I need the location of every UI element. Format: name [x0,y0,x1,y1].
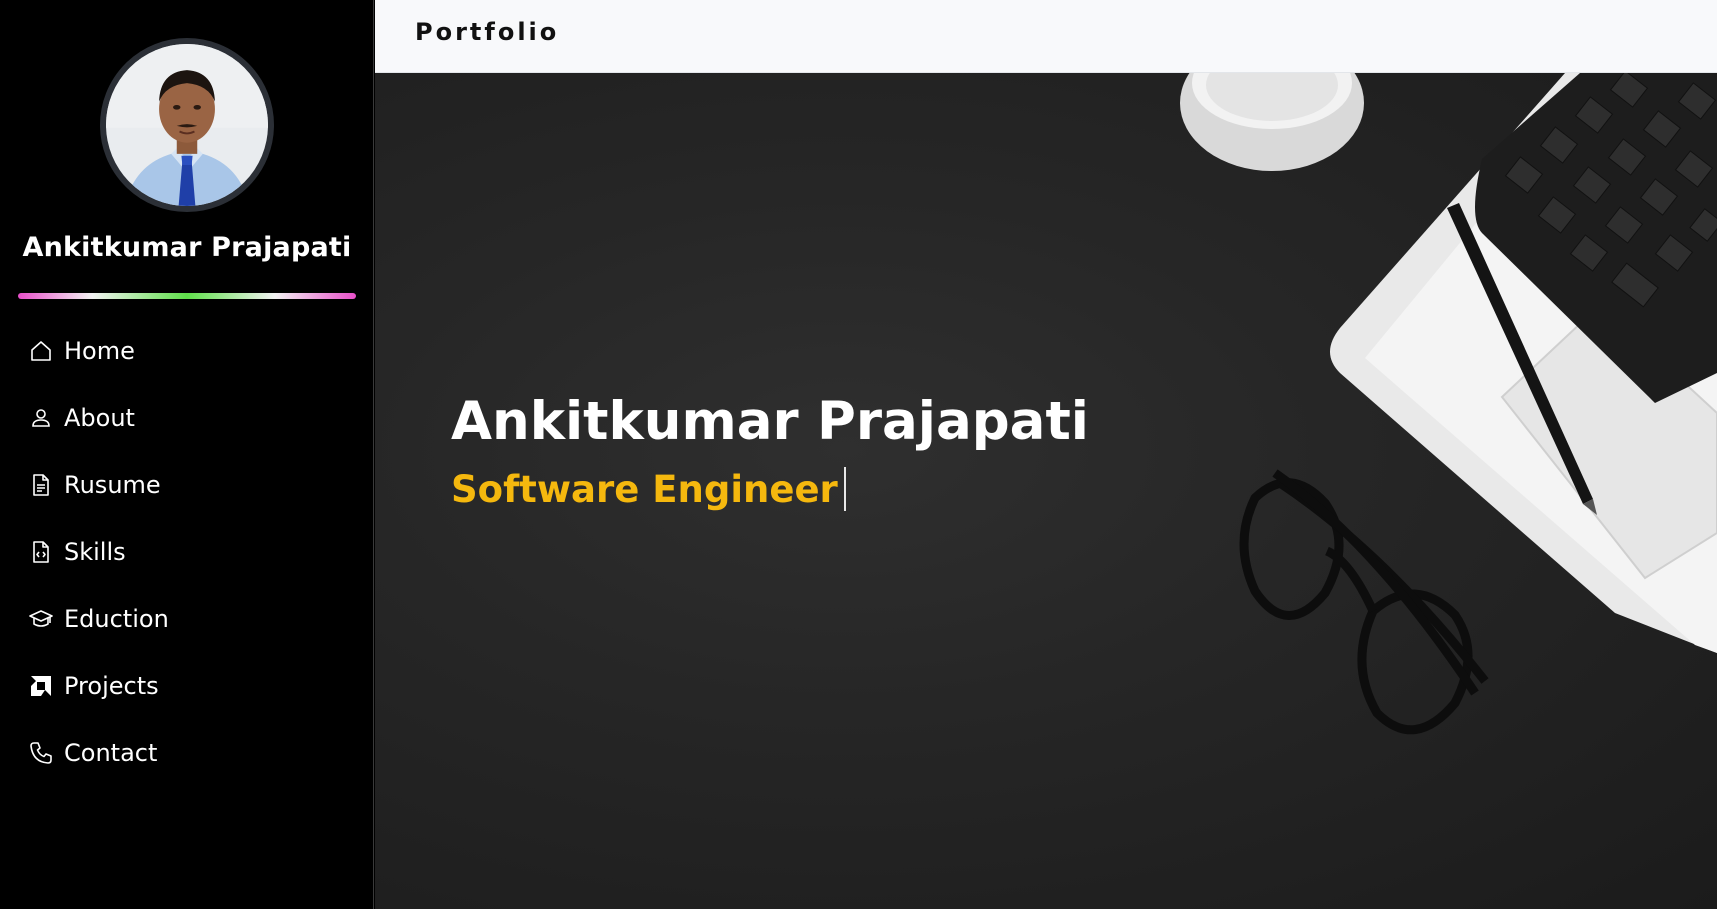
sidebar-item-label: Home [64,337,135,365]
graduation-cap-icon [28,606,54,632]
sidebar-item-skills[interactable]: Skills [28,531,126,573]
profile-name: Ankitkumar Prajapati [22,232,352,263]
document-icon [28,472,54,498]
amd-logo-icon [28,673,54,699]
hero-role: Software Engineer [451,467,846,511]
sidebar-item-rusume[interactable]: Rusume [28,464,161,506]
sidebar-item-label: About [64,404,135,432]
code-file-icon [28,539,54,565]
brand-title[interactable]: Portfolio [415,18,559,46]
sidebar-item-label: Skills [64,538,126,566]
sidebar-item-projects[interactable]: Projects [28,665,159,707]
sidebar-item-label: Projects [64,672,159,700]
gradient-divider [18,293,356,299]
sidebar-item-home[interactable]: Home [28,330,135,372]
person-icon [28,405,54,431]
glasses-icon [1239,469,1489,735]
sidebar-item-label: Contact [64,739,158,767]
avatar [100,38,274,212]
top-navbar: Portfolio [375,0,1717,73]
sidebar-item-contact[interactable]: Contact [28,732,157,774]
hero-section: Ankitkumar Prajapati Software Engineer [375,73,1717,909]
hero-name: Ankitkumar Prajapati [451,391,1089,452]
hero-role-text: Software Engineer [451,467,838,511]
phone-icon [28,740,54,766]
sidebar-item-label: Rusume [64,471,161,499]
sidebar-item-eduction[interactable]: Eduction [28,598,169,640]
profile-photo [106,44,268,206]
sidebar: Ankitkumar Prajapati Home About Rusume S… [0,0,374,909]
coffee-cup-icon [1180,73,1364,171]
sidebar-item-about[interactable]: About [28,397,135,439]
house-icon [28,338,54,364]
sidebar-item-label: Eduction [64,605,169,633]
typing-caret [843,467,846,511]
